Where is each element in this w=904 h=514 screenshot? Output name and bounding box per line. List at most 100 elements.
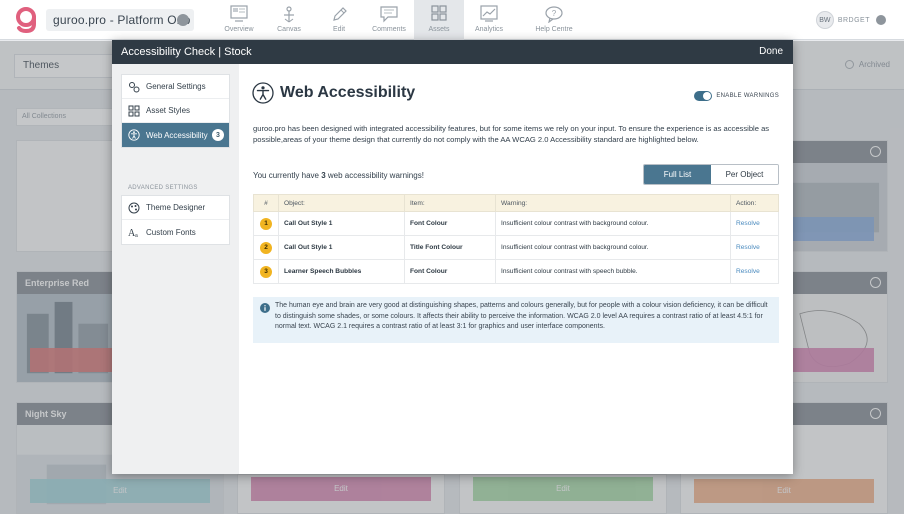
chevron-down-icon bbox=[177, 14, 189, 26]
resolve-link[interactable]: Resolve bbox=[736, 220, 760, 227]
warning-prefix: You currently have bbox=[253, 171, 322, 180]
accessibility-icon bbox=[252, 82, 274, 104]
sidebar-item-asset-styles[interactable]: Asset Styles bbox=[122, 99, 229, 123]
warning-cell: Insufficient colour contrast with backgr… bbox=[495, 211, 731, 236]
column-header: Warning: bbox=[495, 194, 731, 212]
canvas-icon bbox=[284, 6, 294, 23]
nav-help-centre[interactable]: ? Help Centre bbox=[514, 0, 594, 40]
web-accessibility-panel: Web Accessibility ENABLE WARNINGS guroo.… bbox=[239, 64, 793, 474]
advanced-settings-group: Theme Designer Aa Custom Fonts bbox=[121, 195, 230, 245]
warning-suffix: web accessibility warnings! bbox=[325, 171, 424, 180]
intro-text: guroo.pro has been designed with integra… bbox=[253, 124, 770, 144]
item-cell: Title Font Colour bbox=[404, 235, 496, 260]
sidebar-item-label: Asset Styles bbox=[146, 106, 191, 115]
toggle-label: ENABLE WARNINGS bbox=[716, 93, 779, 99]
column-header: Object: bbox=[278, 194, 405, 212]
nav-assets[interactable]: Assets bbox=[414, 0, 464, 40]
action-cell: Resolve bbox=[730, 259, 779, 284]
object-cell: Call Out Style 1 bbox=[278, 235, 405, 260]
sidebar-item-label: General Settings bbox=[146, 82, 206, 91]
project-name: guroo.pro - Platform Onb bbox=[53, 13, 191, 27]
warning-cell: Insufficient colour contrast with speech… bbox=[495, 259, 731, 284]
theme-designer-icon bbox=[128, 202, 140, 213]
column-header: # bbox=[253, 194, 279, 212]
nav-comments[interactable]: Comments bbox=[364, 0, 414, 40]
page-title: Web Accessibility bbox=[280, 84, 416, 101]
svg-text:a: a bbox=[135, 233, 138, 238]
settings-group: General Settings Asset Styles Web Access… bbox=[121, 74, 230, 148]
item-cell: Font Colour bbox=[404, 259, 496, 284]
info-text: The human eye and brain are very good at… bbox=[275, 302, 768, 330]
nav-assets-label: Assets bbox=[428, 26, 450, 33]
nav-overview-label: Overview bbox=[224, 26, 254, 33]
resolve-link[interactable]: Resolve bbox=[736, 244, 760, 251]
project-selector[interactable]: guroo.pro - Platform Onb bbox=[46, 9, 194, 31]
row-number-cell: 1 bbox=[253, 211, 279, 236]
nav-analytics-label: Analytics bbox=[474, 26, 503, 33]
action-cell: Resolve bbox=[730, 235, 779, 260]
nav-comments-label: Comments bbox=[372, 26, 406, 33]
sidebar-item-theme-designer[interactable]: Theme Designer bbox=[122, 196, 229, 220]
accessibility-check-modal: Accessibility Check | Stock Done General… bbox=[112, 40, 793, 474]
nav-help-centre-label: Help Centre bbox=[535, 26, 573, 33]
guroo-logo-icon[interactable] bbox=[15, 7, 37, 33]
info-icon bbox=[260, 303, 270, 313]
edit-icon bbox=[333, 7, 347, 21]
settings-sidebar: General Settings Asset Styles Web Access… bbox=[112, 64, 239, 474]
warning-count-badge: 3 bbox=[212, 129, 224, 141]
sidebar-item-general-settings[interactable]: General Settings bbox=[122, 75, 229, 99]
accessibility-icon bbox=[128, 129, 140, 141]
sidebar-item-label: Custom Fonts bbox=[146, 227, 196, 237]
item-cell: Font Colour bbox=[404, 211, 496, 236]
nav-overview[interactable]: Overview bbox=[214, 0, 264, 40]
modal-header: Accessibility Check | Stock Done bbox=[112, 40, 793, 64]
advanced-settings-heading: ADVANCED SETTINGS bbox=[128, 185, 198, 191]
table-row: 2 Call Out Style 1 Title Font Colour Ins… bbox=[253, 235, 779, 260]
enable-warnings-toggle[interactable]: ENABLE WARNINGS bbox=[694, 91, 779, 101]
svg-text:?: ? bbox=[552, 9, 557, 18]
sidebar-item-custom-fonts[interactable]: Aa Custom Fonts bbox=[122, 220, 229, 244]
avatar: BW bbox=[815, 11, 834, 29]
per-object-button[interactable]: Per Object bbox=[711, 165, 778, 184]
general-settings-icon bbox=[129, 81, 140, 92]
custom-fonts-icon: Aa bbox=[128, 228, 138, 238]
table-row: 1 Call Out Style 1 Font Colour Insuffici… bbox=[253, 211, 779, 236]
top-bar: guroo.pro - Platform Onb Overview Canvas… bbox=[0, 0, 904, 40]
warning-count-text: You currently have 3 web accessibility w… bbox=[253, 171, 424, 180]
warning-number-badge: 3 bbox=[260, 265, 272, 278]
object-cell: Learner Speech Bubbles bbox=[278, 259, 405, 284]
row-number-cell: 3 bbox=[253, 259, 279, 284]
help-centre-icon: ? bbox=[545, 6, 563, 23]
table-row: 3 Learner Speech Bubbles Font Colour Ins… bbox=[253, 259, 779, 284]
sidebar-item-label: Theme Designer bbox=[146, 203, 206, 212]
main-nav: Overview Canvas Edit Comments Assets Ana… bbox=[214, 0, 594, 40]
analytics-icon bbox=[480, 5, 498, 22]
sidebar-item-label: Web Accessibility bbox=[146, 130, 208, 140]
view-mode-switch: Full List Per Object bbox=[643, 164, 779, 185]
overview-icon bbox=[230, 5, 248, 22]
nav-edit[interactable]: Edit bbox=[314, 0, 364, 40]
column-header: Item: bbox=[404, 194, 496, 212]
toggle-switch[interactable] bbox=[694, 91, 713, 101]
full-list-button[interactable]: Full List bbox=[644, 165, 711, 184]
resolve-link[interactable]: Resolve bbox=[736, 268, 760, 275]
user-name: BRDGET bbox=[837, 16, 870, 24]
chevron-down-icon bbox=[876, 15, 886, 25]
modal-title: Accessibility Check | Stock bbox=[121, 46, 252, 58]
user-menu[interactable]: BW BRDGET bbox=[815, 11, 886, 29]
row-number-cell: 2 bbox=[253, 235, 279, 260]
warnings-table: # Object: Item: Warning: Action: 1 Call … bbox=[253, 194, 779, 284]
done-button[interactable]: Done bbox=[759, 40, 783, 64]
asset-styles-icon bbox=[128, 105, 140, 116]
panel-heading: Web Accessibility bbox=[252, 82, 415, 104]
nav-analytics[interactable]: Analytics bbox=[464, 0, 514, 40]
warning-cell: Insufficient colour contrast with backgr… bbox=[495, 235, 731, 260]
comments-icon bbox=[380, 6, 398, 23]
object-cell: Call Out Style 1 bbox=[278, 211, 405, 236]
table-header-row: # Object: Item: Warning: Action: bbox=[253, 194, 779, 212]
assets-icon bbox=[431, 5, 447, 21]
sidebar-item-web-accessibility[interactable]: Web Accessibility 3 bbox=[122, 123, 229, 147]
nav-canvas[interactable]: Canvas bbox=[264, 0, 314, 40]
nav-canvas-label: Canvas bbox=[277, 26, 301, 33]
warning-number-badge: 1 bbox=[260, 217, 272, 230]
